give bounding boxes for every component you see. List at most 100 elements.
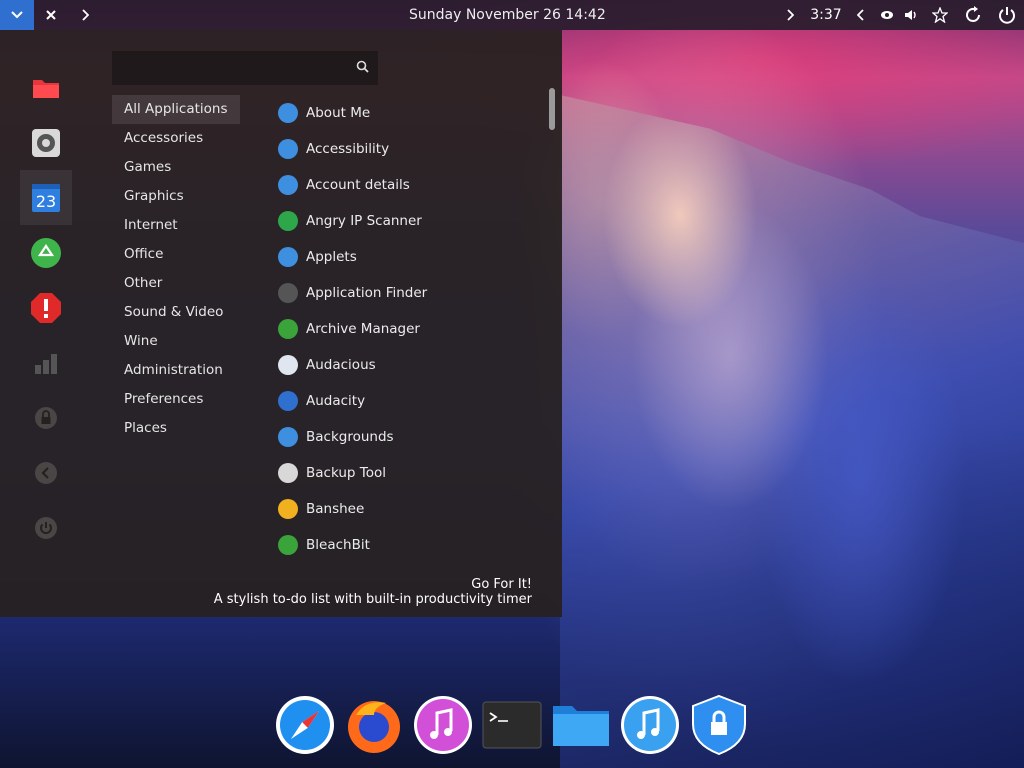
category-places[interactable]: Places [112, 414, 240, 443]
restart-icon[interactable] [956, 5, 990, 25]
next-button[interactable] [68, 0, 102, 30]
category-wine[interactable]: Wine [112, 327, 240, 356]
alert-icon [31, 292, 61, 323]
app-item-label: Account details [306, 177, 410, 193]
app-item-label: Banshee [306, 501, 365, 517]
category-office[interactable]: Office [112, 240, 240, 269]
close-icon [46, 10, 56, 20]
dock-files[interactable] [550, 694, 612, 756]
volume-icon[interactable] [898, 9, 924, 21]
app-item[interactable]: Application Finder [278, 275, 548, 311]
dock-security[interactable] [688, 694, 750, 756]
gear-icon [278, 247, 298, 267]
dock-music[interactable] [619, 694, 681, 756]
shutdown-button[interactable] [20, 500, 72, 555]
category-all-applications[interactable]: All Applications [112, 95, 240, 124]
app-item-label: Backgrounds [306, 429, 394, 445]
app-item[interactable]: About Me [278, 95, 548, 131]
accessibility-icon [278, 139, 298, 159]
recycle-icon [31, 237, 61, 268]
clock[interactable]: Sunday November 26 14:42 [409, 7, 606, 23]
backup-icon [278, 463, 298, 483]
app-item[interactable]: Backup Tool [278, 455, 548, 491]
category-other[interactable]: Other [112, 269, 240, 298]
app-description-text: A stylish to-do list with built-in produ… [213, 592, 532, 607]
category-list: All Applications Accessories Games Graph… [112, 95, 240, 443]
chevron-down-icon [11, 11, 23, 19]
app-item[interactable]: Accessibility [278, 131, 548, 167]
app-item-label: Backup Tool [306, 465, 386, 481]
app-item[interactable]: Account details [278, 167, 548, 203]
chevron-right-icon [82, 9, 89, 21]
app-item[interactable]: Backgrounds [278, 419, 548, 455]
waveform-icon [278, 391, 298, 411]
top-panel: Sunday November 26 14:42 3:37 [0, 0, 1024, 30]
favorite-monitor[interactable] [20, 335, 72, 390]
app-item-label: About Me [306, 105, 371, 121]
user-icon [278, 103, 298, 123]
star-icon[interactable] [924, 7, 956, 23]
category-games[interactable]: Games [112, 153, 240, 182]
app-item[interactable]: Banshee [278, 491, 548, 527]
app-item-label: Accessibility [306, 141, 390, 157]
eye-icon[interactable] [876, 10, 898, 20]
category-preferences[interactable]: Preferences [112, 385, 240, 414]
calendar-day: 23 [36, 192, 56, 211]
app-item[interactable]: Angry IP Scanner [278, 203, 548, 239]
category-administration[interactable]: Administration [112, 356, 240, 385]
app-item-label: Archive Manager [306, 321, 420, 337]
menu-toggle-button[interactable] [0, 0, 34, 30]
favorites-sidebar: 23 [20, 60, 72, 555]
chevron-left-icon[interactable] [846, 9, 876, 21]
logout-button[interactable] [20, 445, 72, 500]
music-note-icon [278, 355, 298, 375]
archive-icon [278, 319, 298, 339]
power-icon[interactable] [990, 5, 1024, 25]
favorite-bleachbit[interactable] [20, 225, 72, 280]
folder-icon [33, 79, 59, 98]
favorite-alert[interactable] [20, 280, 72, 335]
battery-time[interactable]: 3:37 [806, 7, 846, 23]
category-internet[interactable]: Internet [112, 211, 240, 240]
magnifier-icon [278, 283, 298, 303]
lock-screen-button[interactable] [20, 390, 72, 445]
category-sound-video[interactable]: Sound & Video [112, 298, 240, 327]
itunes-icon [414, 696, 472, 754]
scrollbar[interactable] [549, 88, 555, 130]
app-item[interactable]: Audacity [278, 383, 548, 419]
lightning-icon [278, 211, 298, 231]
firefox-icon [348, 701, 400, 753]
user-icon [278, 175, 298, 195]
app-item[interactable]: Archive Manager [278, 311, 548, 347]
security-shield-icon [692, 694, 746, 756]
search-input[interactable] [112, 51, 378, 85]
lock-icon [35, 406, 57, 429]
close-button[interactable] [34, 0, 68, 30]
app-item[interactable]: Audacious [278, 347, 548, 383]
favorite-settings[interactable] [20, 115, 72, 170]
dock-firefox[interactable] [343, 694, 405, 756]
calendar-icon: 23 [32, 183, 60, 212]
favorite-calendar[interactable]: 23 [20, 170, 72, 225]
app-item-label: BleachBit [306, 537, 370, 553]
dock-terminal[interactable] [481, 694, 543, 756]
app-item-label: Audacity [306, 393, 366, 409]
app-item[interactable]: BleachBit [278, 527, 548, 563]
dock-safari[interactable] [274, 694, 336, 756]
category-accessories[interactable]: Accessories [112, 124, 240, 153]
dock [274, 690, 757, 760]
dock-itunes[interactable] [412, 694, 474, 756]
app-item[interactable]: Applets [278, 239, 548, 275]
image-icon [278, 427, 298, 447]
app-item-label: Angry IP Scanner [306, 213, 422, 229]
category-graphics[interactable]: Graphics [112, 182, 240, 211]
favorite-files[interactable] [20, 60, 72, 115]
terminal-icon [482, 701, 542, 749]
application-list: About Me Accessibility Account details Angr… [278, 95, 548, 579]
recycle-icon [278, 535, 298, 555]
wallpaper-cliff [560, 95, 1024, 768]
application-menu: 23 All Applications Accessories Games Gr… [0, 30, 562, 617]
music-icon [621, 696, 679, 754]
chevron-right-icon[interactable] [774, 9, 806, 21]
app-item-label: Application Finder [306, 285, 428, 301]
